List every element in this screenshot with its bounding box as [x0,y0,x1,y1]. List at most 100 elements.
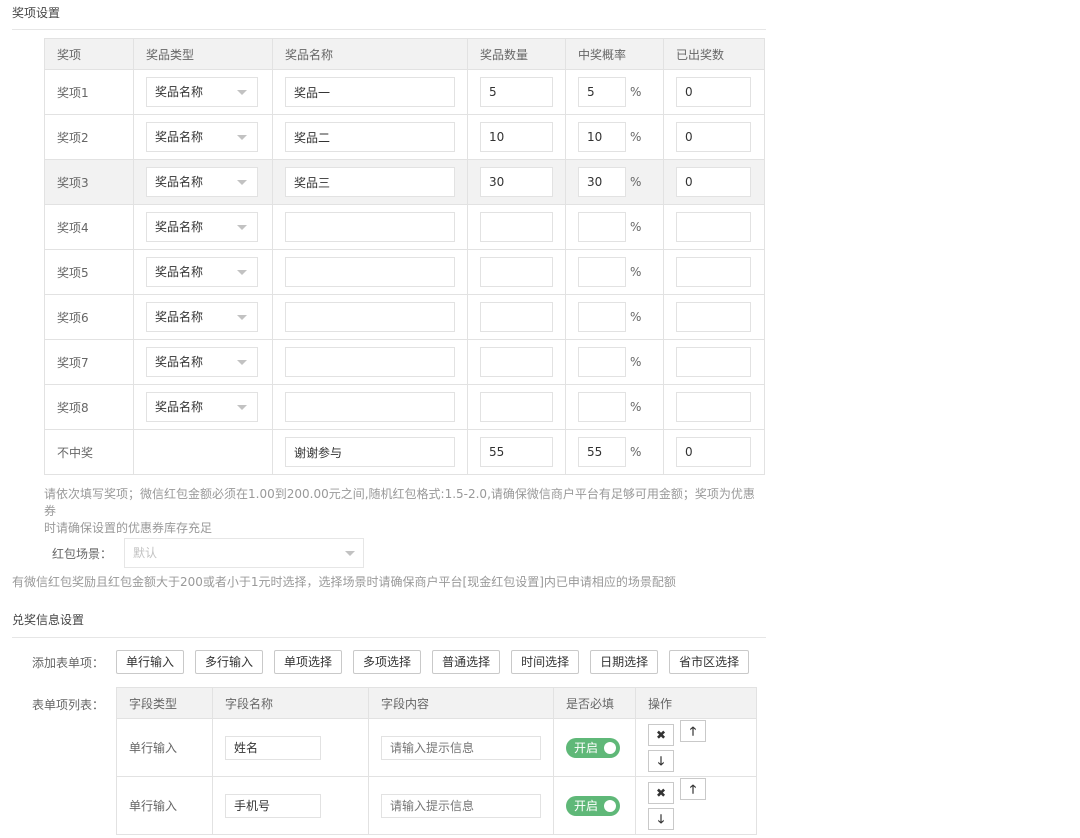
prize-note: 请依次填写奖项；微信红包金额必须在1.00到200.00元之间,随机红包格式:1… [44,486,764,537]
move-up-button[interactable]: 🡑 [680,777,706,800]
prize-name-input[interactable] [285,392,455,422]
prize-qty-input[interactable] [480,122,553,152]
field-type: 单行输入 [129,741,178,755]
add-multi-choice-button[interactable]: 多项选择 [353,650,422,674]
header-cell: 已出奖数 [663,38,765,70]
field-name-input[interactable] [225,735,321,760]
add-form-item-buttons: 单行输入 多行输入 单项选择 多项选择 普通选择 时间选择 日期选择 省市区选择 [116,650,750,674]
add-time-select-button[interactable]: 时间选择 [511,650,580,674]
field-name-cell [212,718,369,777]
prize-issued-input[interactable] [676,392,751,422]
prize-row: 奖项8 奖品名称% [44,384,765,430]
field-content-input[interactable] [381,793,541,818]
prize-type-select[interactable]: 奖品名称 [146,392,258,422]
prize-prob-cell: % [565,114,664,160]
prize-qty-input[interactable] [480,212,553,242]
prize-qty-input[interactable] [480,392,553,422]
prize-name-input[interactable] [285,437,455,467]
prize-prob-input[interactable] [578,167,626,197]
prize-issued-input[interactable] [676,167,751,197]
prize-type-select[interactable]: 奖品名称 [146,77,258,107]
prize-name-input[interactable] [285,347,455,377]
add-date-select-button[interactable]: 日期选择 [590,650,659,674]
prize-qty-input[interactable] [480,167,553,197]
prize-prob-input[interactable] [578,122,626,152]
prize-issued-input[interactable] [676,437,751,467]
prize-qty-input[interactable] [480,302,553,332]
chevron-down-icon [237,315,247,320]
prize-qty-input[interactable] [480,257,553,287]
prize-row: 奖项6 奖品名称% [44,294,765,340]
prize-name-cell [272,159,468,205]
add-normal-select-button[interactable]: 普通选择 [432,650,501,674]
prize-section-title: 奖项设置 [12,6,61,20]
prize-prob-input[interactable] [578,212,626,242]
required-toggle[interactable]: 开启 [566,737,620,758]
prize-name-input[interactable] [285,212,455,242]
prize-name-input[interactable] [285,257,455,287]
prize-name-input[interactable] [285,167,455,197]
prize-qty-input[interactable] [480,347,553,377]
prize-prob-input[interactable] [578,302,626,332]
required-toggle[interactable]: 开启 [566,795,620,816]
field-row: 单行输入 开启 ✖ 🡑 🡓 [116,776,757,835]
delete-button[interactable]: ✖ [648,781,674,804]
section-divider [12,637,766,638]
add-single-input-button[interactable]: 单行输入 [116,650,185,674]
header-cell: 字段类型 [116,687,213,719]
toggle-label: 开启 [574,799,599,813]
field-name-input[interactable] [225,793,321,818]
prize-type-cell: 奖品名称 [133,114,273,160]
prize-name-input[interactable] [285,77,455,107]
prize-type-select[interactable]: 奖品名称 [146,122,258,152]
prize-qty-input[interactable] [480,437,553,467]
prize-prob-input[interactable] [578,437,626,467]
redpacket-note: 有微信红包奖励且红包金额大于200或者小于1元时选择，选择场景时请确保商户平台[… [12,575,676,589]
prize-type-select[interactable]: 奖品名称 [146,212,258,242]
redpacket-scene-select[interactable]: 默认 [124,538,364,568]
prize-qty-cell [467,69,566,115]
prize-label: 奖项4 [57,220,89,235]
prize-prob-input[interactable] [578,257,626,287]
prize-prob-cell: % [565,294,664,340]
form-item-list-label: 表单项列表： [32,698,105,712]
prize-prob-input[interactable] [578,392,626,422]
field-name-cell [212,776,369,835]
prize-issued-input[interactable] [676,122,751,152]
prize-prob-input[interactable] [578,347,626,377]
prize-type-select[interactable]: 奖品名称 [146,302,258,332]
prize-prob-input[interactable] [578,77,626,107]
move-up-button[interactable]: 🡑 [680,719,706,742]
field-content-input[interactable] [381,735,541,760]
move-down-button[interactable]: 🡓 [648,749,674,772]
prize-row: 奖项3 奖品名称% [44,159,765,205]
prize-type-select[interactable]: 奖品名称 [146,167,258,197]
move-down-button[interactable]: 🡓 [648,807,674,830]
prize-name-cell [272,114,468,160]
add-region-select-button[interactable]: 省市区选择 [669,650,750,674]
prize-type-select[interactable]: 奖品名称 [146,347,258,377]
prize-label: 奖项2 [57,130,89,145]
prize-issued-input[interactable] [676,212,751,242]
add-single-choice-button[interactable]: 单项选择 [274,650,343,674]
prize-qty-input[interactable] [480,77,553,107]
prize-qty-cell [467,294,566,340]
prize-row: 奖项4 奖品名称% [44,204,765,250]
arrow-up-icon: 🡑 [689,781,697,796]
prize-name-input[interactable] [285,302,455,332]
prize-type-select[interactable]: 奖品名称 [146,257,258,287]
prize-issued-input[interactable] [676,347,751,377]
prize-type-value: 奖品名称 [155,400,204,414]
field-required-cell: 开启 [553,718,636,777]
add-multi-input-button[interactable]: 多行输入 [195,650,264,674]
prize-table-header: 奖项 奖品类型 奖品名称 奖品数量 中奖概率 已出奖数 [44,38,765,70]
prize-type-cell: 奖品名称 [133,339,273,385]
prize-name-input[interactable] [285,122,455,152]
prize-issued-input[interactable] [676,302,751,332]
prize-issued-input[interactable] [676,77,751,107]
redeem-section-title: 兑奖信息设置 [12,613,85,627]
prize-row: 不中奖% [44,429,765,475]
prize-issued-input[interactable] [676,257,751,287]
delete-button[interactable]: ✖ [648,723,674,746]
prize-type-value: 奖品名称 [155,265,204,279]
